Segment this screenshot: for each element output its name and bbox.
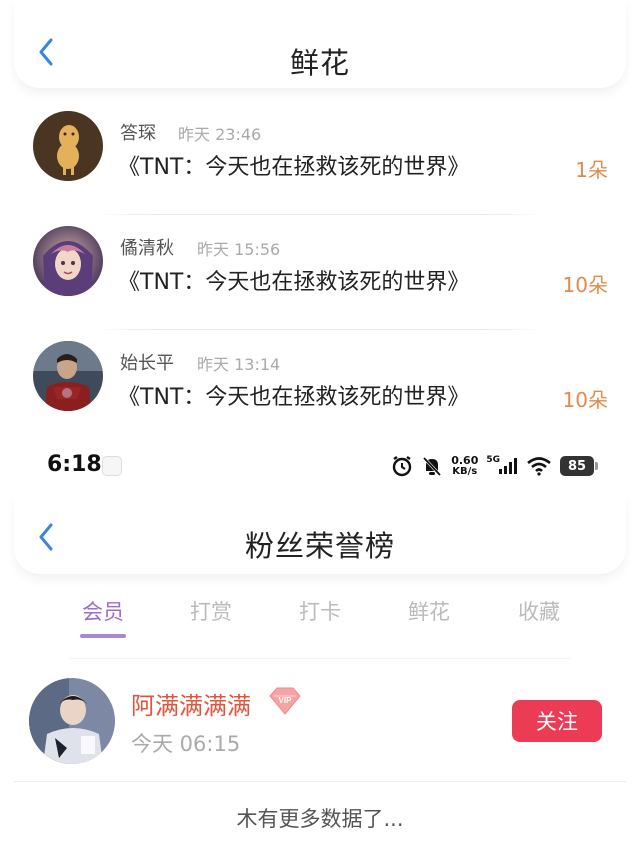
avatar[interactable] (33, 226, 103, 296)
flower-count: 10朵 (562, 388, 608, 412)
mute-bell-icon (423, 456, 442, 477)
tab-checkin[interactable]: 打卡 (285, 596, 355, 626)
book-title: 《TNT：今天也在拯救该死的世界》 (118, 155, 470, 180)
avatar[interactable] (29, 678, 115, 764)
flower-count: 10朵 (562, 273, 608, 297)
battery-level: 85 (560, 456, 598, 476)
network-speed-unit: KB/s (452, 466, 478, 477)
flower-list: 答琛 昨天 23:46 《TNT：今天也在拯救该死的世界》 1朵 僪清秋 昨天 … (0, 100, 640, 445)
tab-flowers[interactable]: 鲜花 (394, 596, 464, 626)
flower-count: 1朵 (575, 158, 608, 182)
vip-badge-label: VIP (279, 696, 293, 705)
divider (70, 658, 570, 659)
tab-member[interactable]: 会员 (68, 596, 138, 626)
user-name: 始长平 (120, 353, 174, 374)
book-title: 《TNT：今天也在拯救该死的世界》 (118, 385, 470, 410)
page-title: 鲜花 (289, 46, 350, 80)
anime-girl-icon (33, 226, 103, 296)
timestamp: 昨天 13:14 (197, 355, 281, 374)
tab-favorites[interactable]: 收藏 (504, 596, 574, 626)
tab-bar: 会员 打赏 打卡 鲜花 收藏 (0, 592, 640, 642)
avatar[interactable] (33, 111, 103, 181)
member-name[interactable]: 阿满满满满 (131, 686, 251, 721)
peanut-icon (33, 111, 103, 181)
vip-badge-icon: VIP (269, 687, 301, 715)
follow-button[interactable]: 关注 (512, 700, 602, 742)
list-item[interactable]: 僪清秋 昨天 15:56 《TNT：今天也在拯救该死的世界》 10朵 (0, 215, 640, 330)
user-name: 答琛 (120, 123, 156, 144)
tab-reward[interactable]: 打赏 (176, 596, 246, 626)
status-time: 6:18 (47, 452, 102, 477)
alarm-icon (393, 456, 412, 477)
status-bar: 6:18 0.60 KB/s 5G 85 (0, 432, 640, 496)
book-title: 《TNT：今天也在拯救该死的世界》 (118, 270, 470, 295)
list-item[interactable]: 始长平 昨天 13:14 《TNT：今天也在拯救该死的世界》 10朵 (0, 330, 640, 445)
list-item[interactable]: 阿满满满满 VIP 今天 06:15 关注 (0, 670, 640, 782)
network-speed-value: 0.60 (451, 454, 479, 467)
signal-icon (499, 458, 517, 474)
page-title: 粉丝荣誉榜 (244, 529, 395, 563)
fans-header: 粉丝荣誉榜 (14, 496, 626, 574)
app-notification-icon (102, 456, 122, 476)
divider (14, 781, 626, 782)
flowers-header: 鲜花 (14, 0, 626, 88)
wifi-icon (527, 457, 551, 476)
ironman-icon (33, 341, 103, 411)
tab-indicator (80, 634, 126, 638)
empty-list-message: 木有更多数据了... (236, 807, 404, 831)
timestamp: 今天 06:15 (131, 732, 241, 756)
network-speed: 0.60 KB/s (451, 455, 478, 477)
timestamp: 昨天 15:56 (197, 240, 281, 259)
user-name: 僪清秋 (120, 238, 174, 259)
network-type: 5G (486, 455, 500, 465)
avatar[interactable] (33, 341, 103, 411)
timestamp: 昨天 23:46 (178, 125, 262, 144)
person-avatar-icon (29, 678, 115, 764)
list-item[interactable]: 答琛 昨天 23:46 《TNT：今天也在拯救该死的世界》 1朵 (0, 100, 640, 215)
